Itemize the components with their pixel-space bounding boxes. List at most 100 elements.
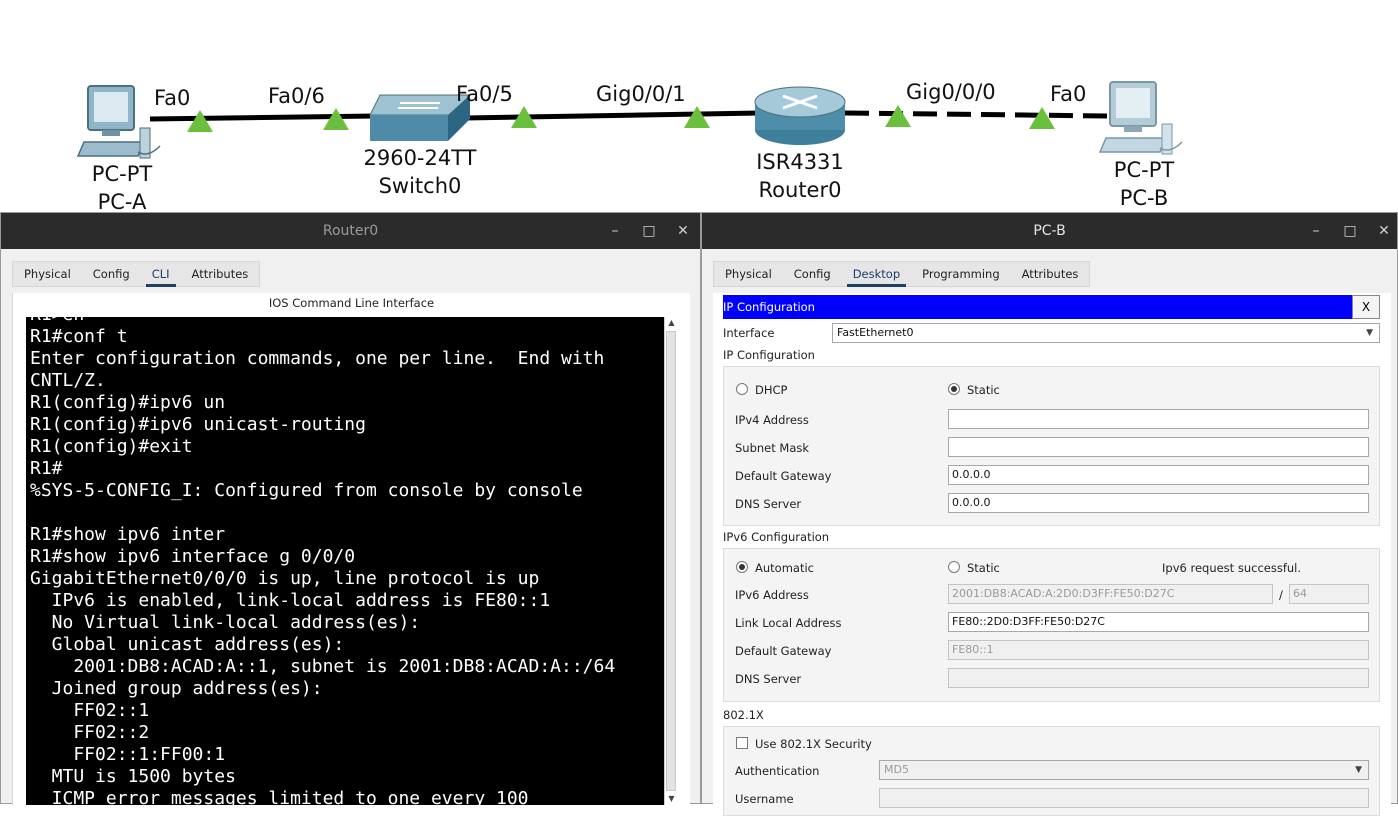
default-gateway-field[interactable]: 0.0.0.0 bbox=[948, 465, 1369, 485]
tab-desktop[interactable]: Desktop bbox=[842, 262, 911, 287]
prefix-length-field[interactable]: 64 bbox=[1289, 584, 1369, 604]
scroll-thumb[interactable] bbox=[666, 331, 676, 791]
device-label-router0[interactable]: ISR4331 Router0 bbox=[740, 148, 860, 204]
port-label: Fa0/6 bbox=[268, 84, 325, 108]
cli-heading: IOS Command Line Interface bbox=[268, 296, 435, 310]
device-model: PC-PT bbox=[1113, 158, 1175, 182]
ipv6-static-label: Static bbox=[967, 561, 1000, 575]
tab-bar: Physical Config CLI Attributes bbox=[12, 261, 261, 287]
prefix-separator: / bbox=[1279, 588, 1283, 602]
device-label-switch0[interactable]: 2960-24TT Switch0 bbox=[350, 144, 490, 200]
interface-label: Interface bbox=[723, 326, 775, 340]
static-radio[interactable] bbox=[948, 383, 960, 395]
maximize-button[interactable]: □ bbox=[637, 219, 661, 243]
authentication-label: Authentication bbox=[735, 764, 820, 778]
device-name: PC-B bbox=[1119, 186, 1169, 210]
scroll-up-icon[interactable]: ▲ bbox=[665, 317, 678, 329]
title-bar[interactable]: PC-B – □ ✕ bbox=[702, 213, 1397, 249]
dot1x-section: Use 802.1X Security Authentication MD5 ▼… bbox=[723, 726, 1380, 816]
dhcp-radio[interactable] bbox=[736, 383, 748, 395]
link-local-field[interactable]: FE80::2D0:D3FF:FE50:D27C bbox=[948, 612, 1369, 632]
pc-icon bbox=[1098, 81, 1183, 155]
device-label-pc-a[interactable]: PC-PT PC-A bbox=[70, 160, 174, 216]
ip-config-close-button[interactable]: X bbox=[1352, 295, 1380, 319]
device-model: ISR4331 bbox=[756, 150, 844, 174]
interface-select[interactable]: FastEthernet0 ▼ bbox=[832, 323, 1380, 343]
port-label: Gig0/0/1 bbox=[596, 82, 686, 106]
ipv6-gateway-field[interactable]: FE80::1 bbox=[948, 640, 1369, 660]
link-up-indicator bbox=[1029, 107, 1055, 129]
ipv6-address-label: IPv6 Address bbox=[735, 588, 809, 602]
link-router-pcb bbox=[844, 110, 1111, 119]
tab-config[interactable]: Config bbox=[783, 262, 842, 286]
ipv4-address-label: IPv4 Address bbox=[735, 413, 809, 427]
router-window[interactable]: Router0 – □ ✕ Physical Config CLI Attrib… bbox=[0, 212, 701, 805]
port-label: Fa0 bbox=[1050, 82, 1087, 106]
ipv6-automatic-radio[interactable] bbox=[736, 561, 748, 573]
pc-window[interactable]: PC-B – □ ✕ Physical Config Desktop Progr… bbox=[701, 212, 1398, 816]
link-up-indicator bbox=[684, 106, 710, 128]
maximize-button[interactable]: □ bbox=[1338, 219, 1362, 243]
device-model: 2960-24TT bbox=[363, 146, 477, 170]
dot1x-section-title: 802.1X bbox=[723, 708, 764, 722]
switch-icon bbox=[369, 94, 471, 141]
minimize-button[interactable]: – bbox=[1304, 219, 1328, 243]
ipv4-section: DHCP Static IPv4 Address Subnet Mask Def… bbox=[723, 366, 1380, 526]
tab-physical[interactable]: Physical bbox=[13, 262, 82, 286]
tab-bar: Physical Config Desktop Programming Attr… bbox=[713, 261, 1091, 287]
ipv4-address-field[interactable] bbox=[948, 409, 1369, 429]
cli-panel: IOS Command Line Interface R1>en R1#conf… bbox=[12, 293, 690, 805]
device-label-pc-b[interactable]: PC-PT PC-B bbox=[1092, 156, 1196, 212]
terminal[interactable]: R1>en R1#conf t Enter configuration comm… bbox=[26, 317, 664, 805]
ipv6-address-field[interactable]: 2001:DB8:ACAD:A:2D0:D3FF:FE50:D27C bbox=[948, 584, 1273, 604]
tab-cli[interactable]: CLI bbox=[141, 262, 181, 287]
ipv6-static-radio[interactable] bbox=[948, 561, 960, 573]
default-gateway-label: Default Gateway bbox=[735, 469, 832, 483]
terminal-output[interactable]: R1>en R1#conf t Enter configuration comm… bbox=[26, 317, 619, 805]
port-label: Gig0/0/0 bbox=[906, 80, 996, 104]
title-bar[interactable]: Router0 – □ ✕ bbox=[1, 213, 700, 249]
close-button[interactable]: ✕ bbox=[1372, 219, 1396, 243]
link-local-label: Link Local Address bbox=[735, 616, 842, 630]
ipv6-gateway-label: Default Gateway bbox=[735, 644, 832, 658]
tab-physical[interactable]: Physical bbox=[714, 262, 783, 286]
dns-server-label: DNS Server bbox=[735, 497, 802, 511]
ip-config-title: IP Configuration bbox=[723, 300, 815, 314]
terminal-scrollbar[interactable]: ▲ ▼ bbox=[664, 317, 678, 805]
ip-config-titlebar: IP Configuration X bbox=[723, 295, 1380, 319]
interface-value: FastEthernet0 bbox=[837, 326, 914, 339]
window-title: PC-B bbox=[1033, 223, 1066, 239]
tab-config[interactable]: Config bbox=[82, 262, 141, 286]
use-8021x-checkbox[interactable] bbox=[736, 737, 748, 749]
subnet-mask-label: Subnet Mask bbox=[735, 441, 810, 455]
tab-attributes[interactable]: Attributes bbox=[1011, 262, 1090, 286]
port-label: Fa0/5 bbox=[456, 82, 513, 106]
scroll-down-icon[interactable]: ▼ bbox=[665, 793, 678, 805]
pc-icon bbox=[76, 85, 161, 159]
port-label: Fa0 bbox=[154, 86, 191, 110]
tab-programming[interactable]: Programming bbox=[911, 262, 1011, 286]
ipv6-automatic-label: Automatic bbox=[755, 561, 814, 575]
ipv6-status-text: Ipv6 request successful. bbox=[1162, 561, 1302, 575]
static-label: Static bbox=[967, 383, 1000, 397]
ipv6-dns-label: DNS Server bbox=[735, 672, 802, 686]
close-button[interactable]: ✕ bbox=[671, 219, 695, 243]
authentication-select[interactable]: MD5 ▼ bbox=[879, 760, 1369, 780]
ipv6-dns-field[interactable] bbox=[948, 668, 1369, 688]
subnet-mask-field[interactable] bbox=[948, 437, 1369, 457]
topology-canvas[interactable]: Fa0 Fa0/6 Fa0/5 Gig0/0/1 Gig0/0/0 Fa0 PC… bbox=[0, 0, 1398, 214]
dns-server-field[interactable]: 0.0.0.0 bbox=[948, 493, 1369, 513]
minimize-button[interactable]: – bbox=[603, 219, 627, 243]
link-switch-router bbox=[464, 110, 761, 121]
ipv6-section: Automatic Static Ipv6 request successful… bbox=[723, 548, 1380, 702]
authentication-value: MD5 bbox=[884, 763, 909, 776]
username-field[interactable] bbox=[879, 788, 1369, 808]
device-name: Router0 bbox=[758, 178, 842, 202]
link-up-indicator bbox=[187, 110, 213, 132]
use-8021x-label: Use 802.1X Security bbox=[755, 737, 872, 751]
device-name: Switch0 bbox=[378, 174, 462, 198]
window-title: Router0 bbox=[322, 223, 379, 239]
tab-attributes[interactable]: Attributes bbox=[181, 262, 260, 286]
ipv4-section-title: IP Configuration bbox=[723, 348, 815, 362]
router-icon bbox=[754, 86, 846, 145]
